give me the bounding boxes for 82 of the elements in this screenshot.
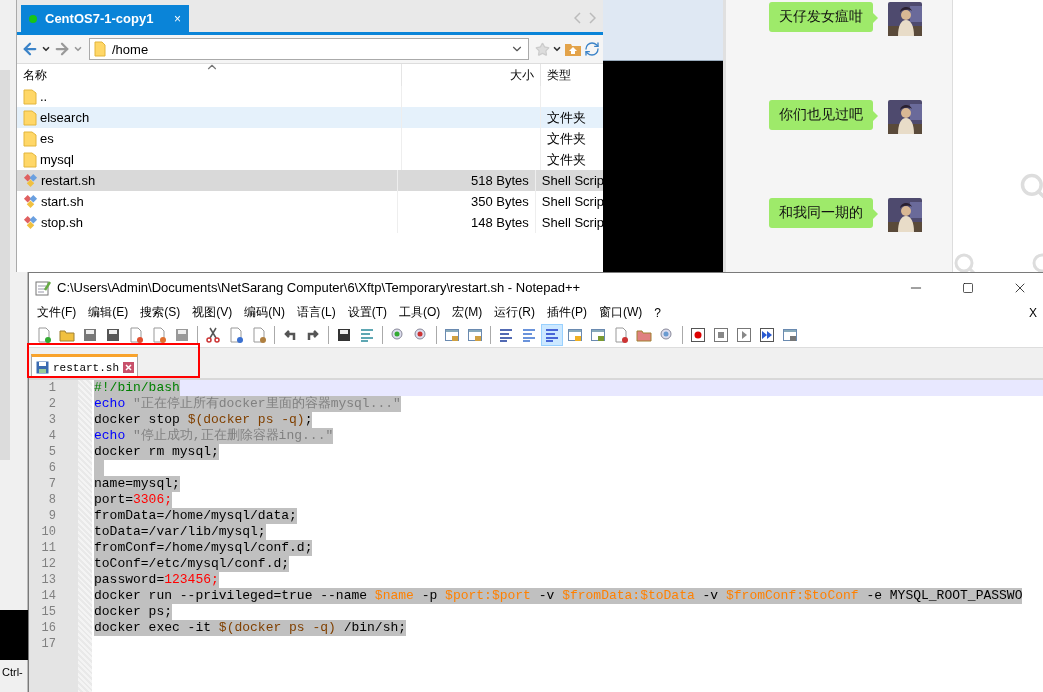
close-icon[interactable] xyxy=(123,362,134,373)
file-row[interactable]: es 文件夹 xyxy=(17,128,604,149)
menu-item[interactable]: 搜索(S) xyxy=(134,302,187,323)
star-icon[interactable] xyxy=(535,41,550,57)
back-icon[interactable] xyxy=(21,40,39,58)
file-type: Shell Scrip xyxy=(540,214,604,232)
folder-icon xyxy=(23,109,37,126)
file-size: 148 Bytes xyxy=(398,212,536,233)
file-type: Shell Scrip xyxy=(540,193,604,211)
menu-item[interactable]: 设置(T) xyxy=(341,302,393,323)
menu-item[interactable]: 运行(R) xyxy=(488,302,541,323)
menu-item[interactable]: 文件(F) xyxy=(31,302,83,323)
file-name: stop.sh xyxy=(41,215,83,230)
file-name: es xyxy=(40,131,54,146)
menu-item[interactable]: 视图(V) xyxy=(186,302,239,323)
tab-title: CentOS7-1-copy1 xyxy=(45,11,155,26)
caret-icon[interactable] xyxy=(552,44,562,54)
window-title: C:\Users\Admin\Documents\NetSarang Computer\6\Xftp\Temporary\restart.sh - Notepad++ xyxy=(57,280,582,295)
menu-item[interactable]: 插件(P) xyxy=(541,302,593,323)
file-name: start.sh xyxy=(41,194,84,209)
file-row[interactable]: stop.sh 148 Bytes Shell Scrip xyxy=(17,212,604,233)
file-name: elsearch xyxy=(40,110,90,125)
save-icon xyxy=(36,361,49,374)
file-name: restart.sh xyxy=(41,173,96,188)
column-header[interactable]: 大小 xyxy=(402,64,541,86)
folder-icon xyxy=(94,41,106,57)
file-name: mysql xyxy=(40,152,74,167)
column-header[interactable]: 类型 xyxy=(541,64,604,86)
file-row[interactable]: start.sh 350 Bytes Shell Scrip xyxy=(17,191,604,212)
menu-item[interactable]: 语言(L) xyxy=(291,302,342,323)
line-number: 15 xyxy=(40,604,57,620)
line-number: 12 xyxy=(40,556,57,572)
refresh-icon[interactable] xyxy=(584,41,600,57)
line-number: 3 xyxy=(47,412,57,428)
notepad-icon xyxy=(35,279,51,296)
file-size: 518 Bytes xyxy=(398,170,536,191)
line-number: 2 xyxy=(47,396,57,412)
line-number: 8 xyxy=(47,492,57,508)
document-tab[interactable]: restart.sh xyxy=(31,354,138,378)
menu-item[interactable]: ? xyxy=(648,302,667,323)
line-number: 4 xyxy=(47,428,57,444)
magnifier-icon xyxy=(1019,172,1043,200)
file-type: 文件夹 xyxy=(546,151,586,169)
line-number: 5 xyxy=(47,444,57,460)
line-number: 6 xyxy=(47,460,57,476)
file-type: 文件夹 xyxy=(546,109,586,127)
file-type: Shell Scrip xyxy=(540,172,604,190)
menu-item[interactable]: 编码(N) xyxy=(238,302,291,323)
close-document-button[interactable]: X xyxy=(1023,302,1043,323)
path-field[interactable]: /home xyxy=(89,38,529,60)
column-header[interactable]: 名称 xyxy=(17,64,402,86)
file-name: .. xyxy=(40,89,48,104)
tab-close-button[interactable]: × xyxy=(174,11,181,26)
indent-lines-icon[interactable] xyxy=(541,324,563,346)
folder-icon xyxy=(23,151,37,168)
script-file-icon xyxy=(23,173,38,188)
line-number: 10 xyxy=(40,524,57,540)
shortcut-label: Ctrl- xyxy=(1,665,24,678)
line-number: 1 xyxy=(47,380,57,396)
line-number: 17 xyxy=(40,636,57,652)
line-number: 14 xyxy=(40,588,57,604)
line-number: 16 xyxy=(40,620,57,636)
session-tab[interactable]: CentOS7-1-copy1 × xyxy=(21,5,189,32)
line-number: 13 xyxy=(40,572,57,588)
menu-item[interactable]: 窗口(W) xyxy=(593,302,649,323)
line-number: 11 xyxy=(40,540,57,556)
maximize-icon[interactable] xyxy=(962,281,974,294)
folder-icon xyxy=(23,88,37,105)
menu-item[interactable]: 编辑(E) xyxy=(82,302,135,323)
line-number: 9 xyxy=(47,508,57,524)
menu-item[interactable]: 宏(M) xyxy=(446,302,489,323)
script-file-icon xyxy=(23,194,38,209)
line-number: 7 xyxy=(47,476,57,492)
file-row[interactable]: elsearch 文件夹 xyxy=(17,107,604,128)
file-size: 350 Bytes xyxy=(398,191,536,212)
caret-icon[interactable] xyxy=(41,44,51,54)
file-type: 文件夹 xyxy=(546,130,586,148)
terminal-panel xyxy=(0,610,28,660)
menu-item[interactable]: 工具(O) xyxy=(393,302,447,323)
file-row[interactable]: restart.sh 518 Bytes Shell Scrip xyxy=(17,170,604,191)
folder-icon xyxy=(23,130,37,147)
script-file-icon xyxy=(23,215,38,230)
